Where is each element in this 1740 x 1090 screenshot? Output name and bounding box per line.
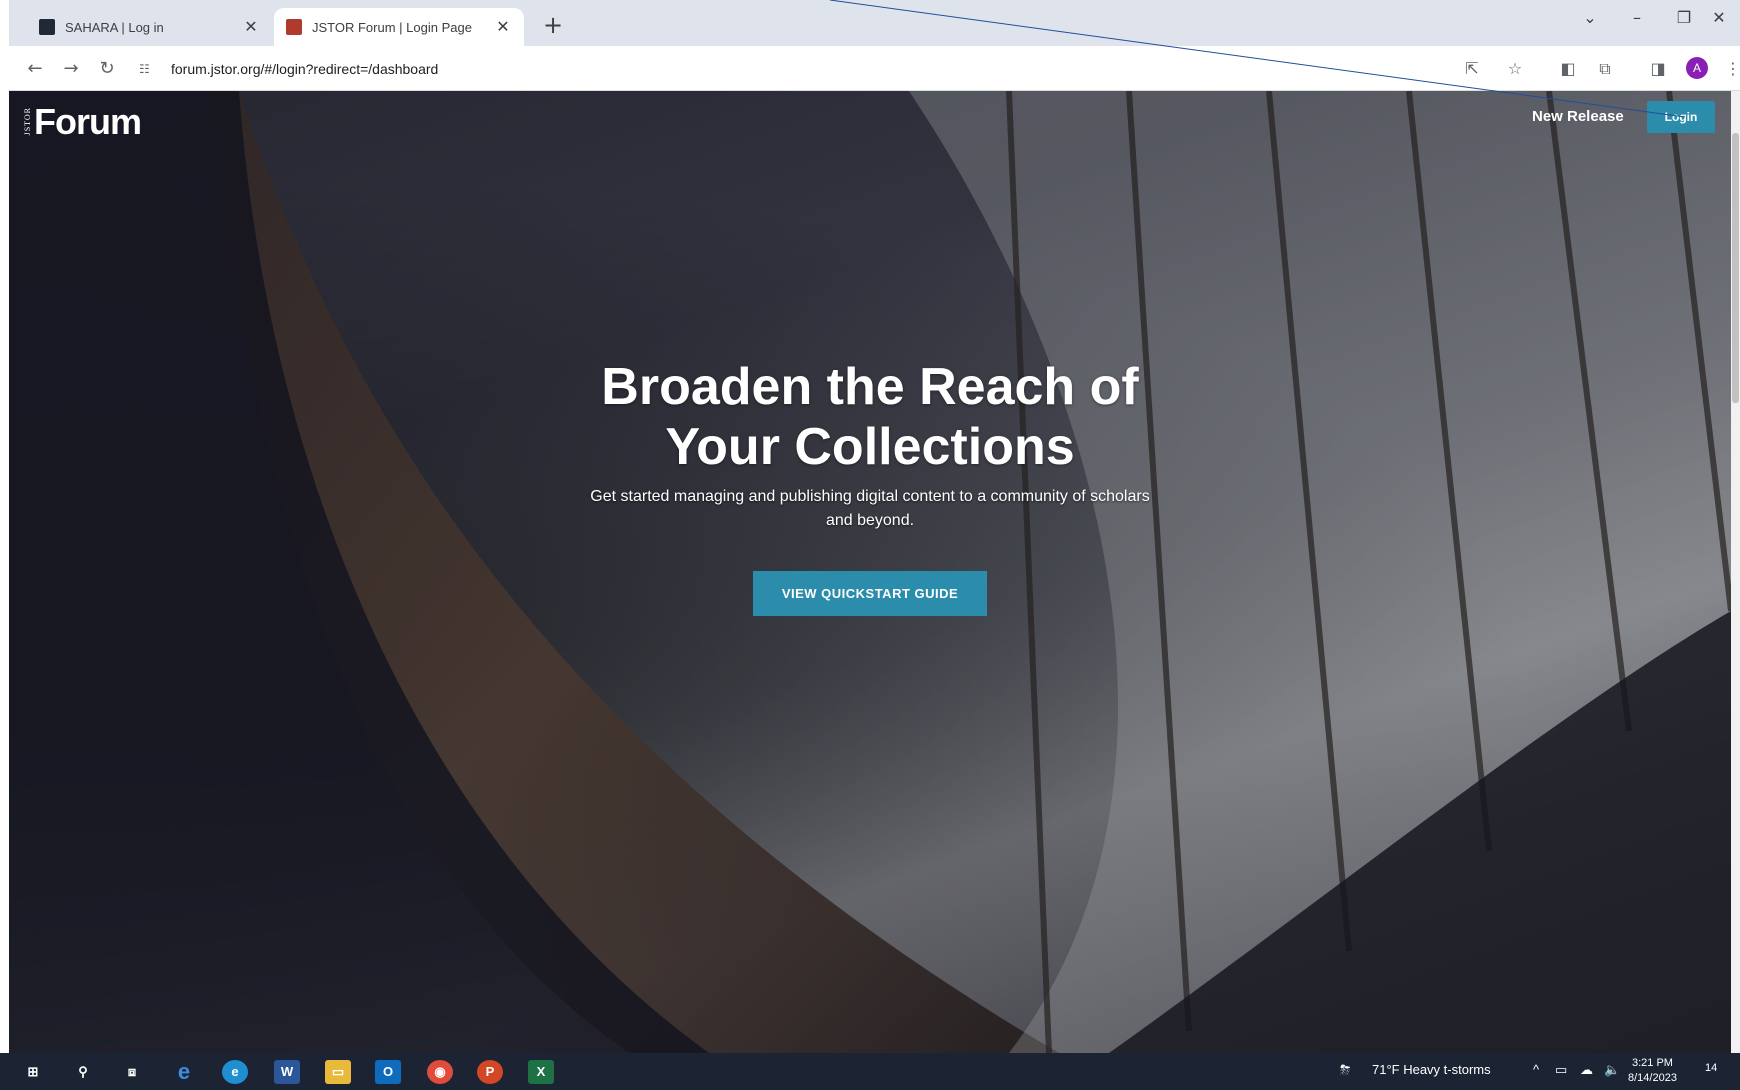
tab-title: JSTOR Forum | Login Page <box>312 19 472 35</box>
hero-subtitle: Get started managing and publishing digi… <box>590 488 1150 529</box>
outlook-icon[interactable]: O <box>375 1060 401 1084</box>
tab-search-icon[interactable]: ⌄ <box>1570 8 1610 27</box>
tray-chevron-icon[interactable]: ^ <box>1533 1062 1539 1077</box>
browser-tab-strip: SAHARA | Log in ✕ JSTOR Forum | Login Pa… <box>9 0 1740 46</box>
puzzle-extensions-icon[interactable]: ⧉ <box>1593 57 1617 81</box>
page-scrollbar[interactable] <box>1731 91 1740 1053</box>
close-tab-icon[interactable]: ✕ <box>242 17 260 37</box>
excel-icon[interactable]: X <box>528 1060 554 1084</box>
logo-jstor-mark: JSTOR <box>23 107 32 136</box>
system-clock[interactable]: 3:21 PM 8/14/2023 <box>1628 1056 1677 1086</box>
profile-avatar[interactable]: A <box>1686 57 1708 79</box>
tab-jstor-forum[interactable]: JSTOR Forum | Login Page ✕ <box>274 8 524 46</box>
onedrive-icon[interactable]: ☁ <box>1580 1062 1593 1078</box>
tab-title: SAHARA | Log in <box>65 19 164 35</box>
word-icon[interactable]: W <box>274 1060 300 1084</box>
windows-taskbar: ⊞ ⚲ ⧈ e e W ▭ O ◉ P X ⛈ 71°F Heavy t-sto… <box>0 1053 1740 1090</box>
minimize-icon[interactable]: – <box>1617 8 1657 27</box>
site-info-icon[interactable]: ☷ <box>139 62 157 76</box>
clock-time: 3:21 PM <box>1631 1057 1673 1069</box>
menu-kebab-icon[interactable]: ⋮ <box>1721 57 1740 81</box>
volume-icon[interactable]: 🔈 <box>1604 1062 1620 1078</box>
hero-title: Broaden the Reach of Your Collections <box>601 358 1139 476</box>
url-text: forum.jstor.org/#/login?redirect=/dashbo… <box>171 61 439 77</box>
weather-icon[interactable]: ⛈ <box>1340 1062 1350 1078</box>
powerpoint-icon[interactable]: P <box>477 1060 503 1084</box>
share-icon[interactable]: ⇱ <box>1460 57 1484 81</box>
search-icon[interactable]: ⚲ <box>70 1060 96 1084</box>
chrome-icon[interactable]: ◉ <box>427 1060 453 1084</box>
windows-start-icon[interactable]: ⊞ <box>20 1060 46 1084</box>
tab-sahara[interactable]: SAHARA | Log in ✕ <box>27 8 272 46</box>
jstor-forum-logo[interactable]: JSTOR Forum <box>23 101 142 143</box>
task-view-icon[interactable]: ⧈ <box>119 1060 145 1084</box>
bookmark-star-icon[interactable]: ☆ <box>1503 57 1527 81</box>
sahara-favicon-icon <box>39 19 55 35</box>
back-icon[interactable]: ← <box>21 56 49 82</box>
page-viewport: JSTOR Forum New Release Login Broaden th… <box>9 91 1731 1053</box>
reload-icon[interactable]: ↻ <box>93 56 121 82</box>
login-button[interactable]: Login <box>1647 101 1715 133</box>
jstor-favicon-icon <box>286 19 302 35</box>
clock-date: 8/14/2023 <box>1628 1072 1677 1084</box>
forward-icon[interactable]: → <box>57 56 85 82</box>
network-icon[interactable]: ▭ <box>1555 1062 1567 1078</box>
scrollbar-thumb[interactable] <box>1732 133 1739 403</box>
file-explorer-icon[interactable]: ▭ <box>325 1060 351 1084</box>
quickstart-guide-button[interactable]: VIEW QUICKSTART GUIDE <box>753 571 987 616</box>
new-release-link[interactable]: New Release <box>1532 108 1624 125</box>
address-bar[interactable]: ☷ forum.jstor.org/#/login?redirect=/dash… <box>139 53 1439 85</box>
internet-explorer-icon[interactable]: e <box>171 1060 197 1084</box>
logo-wordmark: Forum <box>34 101 142 142</box>
restore-icon[interactable]: ❐ <box>1664 8 1704 27</box>
new-tab-button[interactable]: + <box>539 12 567 40</box>
extension-icon[interactable]: ◧ <box>1556 57 1580 81</box>
close-tab-icon[interactable]: ✕ <box>494 17 512 37</box>
browser-toolbar: ← → ↻ ☷ forum.jstor.org/#/login?redirect… <box>9 46 1740 91</box>
weather-text[interactable]: 71°F Heavy t-storms <box>1372 1062 1491 1077</box>
notification-badge[interactable]: 14 <box>1705 1062 1717 1074</box>
edge-icon[interactable]: e <box>222 1060 248 1084</box>
hero-section: Broaden the Reach of Your Collections Ge… <box>9 357 1731 533</box>
side-panel-icon[interactable]: ◨ <box>1646 57 1670 81</box>
close-window-icon[interactable]: ✕ <box>1699 8 1739 27</box>
